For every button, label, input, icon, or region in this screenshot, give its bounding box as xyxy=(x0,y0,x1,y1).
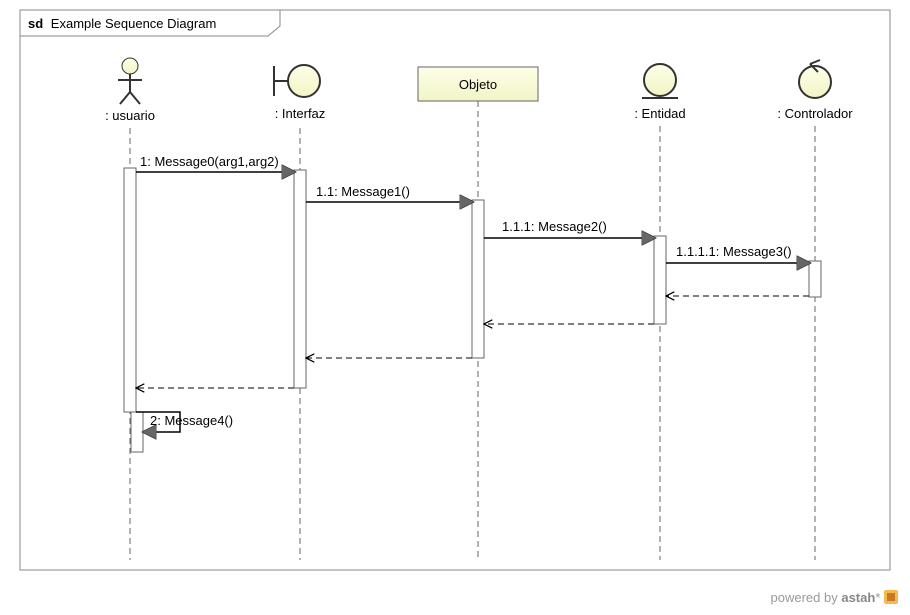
activation-usuario xyxy=(124,168,136,412)
frame-prefix: sd xyxy=(28,16,43,31)
activation-interfaz xyxy=(294,170,306,388)
astah-icon xyxy=(884,590,898,604)
lifeline-interfaz-label: : Interfaz xyxy=(275,106,326,121)
footer: powered by astah* xyxy=(0,590,910,605)
message-2-label: 2: Message4() xyxy=(150,413,233,428)
message-1-label: 1: Message0(arg1,arg2) xyxy=(140,154,279,169)
activation-usuario-self xyxy=(131,412,143,452)
activation-controlador xyxy=(809,261,821,297)
lifeline-controlador: : Controlador xyxy=(777,60,853,560)
message-1-1-1-label: 1.1.1: Message2() xyxy=(502,219,607,234)
activation-objeto xyxy=(472,200,484,358)
lifeline-controlador-label: : Controlador xyxy=(777,106,853,121)
frame-title: sd Example Sequence Diagram xyxy=(28,16,216,31)
activation-entidad xyxy=(654,236,666,324)
message-1-1-label: 1.1: Message1() xyxy=(316,184,410,199)
footer-brand: astah xyxy=(841,590,875,605)
footer-suffix: * xyxy=(875,590,880,605)
footer-prefix: powered by xyxy=(771,590,842,605)
lifeline-objeto-label: Objeto xyxy=(459,77,497,92)
lifeline-usuario-label: : usuario xyxy=(105,108,155,123)
lifeline-entidad-label: : Entidad xyxy=(634,106,685,121)
sequence-diagram: sd Example Sequence Diagram : usuario : … xyxy=(0,0,910,585)
frame-name: Example Sequence Diagram xyxy=(51,16,216,31)
message-1-1-1-1-label: 1.1.1.1: Message3() xyxy=(676,244,792,259)
